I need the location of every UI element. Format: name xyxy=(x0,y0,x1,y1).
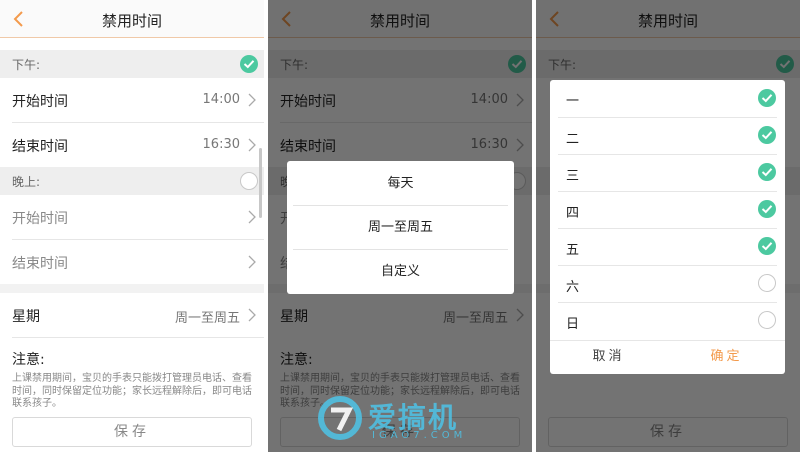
page-title: 禁用时间 xyxy=(101,12,162,30)
section-label: 下午: xyxy=(12,58,41,72)
evening-end-row[interactable]: 结束时间 xyxy=(0,240,264,284)
scrollbar[interactable] xyxy=(259,148,262,218)
day-label: 三 xyxy=(566,169,580,184)
row-label: 开始时间 xyxy=(12,211,68,227)
watermark-domain: IGAO7.COM xyxy=(372,430,467,441)
row-value: 16:30 xyxy=(202,137,240,152)
chevron-right-icon xyxy=(248,308,256,322)
note-title: 注意: xyxy=(12,352,45,368)
day-label: 一 xyxy=(566,94,580,109)
settings-panel-base: 禁用时间 下午: 开始时间 14:00 结束时间 16:30 晚上: 开始时间 … xyxy=(0,0,264,452)
row-label: 星期 xyxy=(12,309,40,325)
evening-start-row[interactable]: 开始时间 xyxy=(0,195,264,239)
day-label: 六 xyxy=(566,280,580,295)
spacer xyxy=(0,284,264,293)
day-item-sunday[interactable]: 日 xyxy=(550,303,785,340)
settings-panel-days-dialog: 禁用时间 下午: 保存 一 二 三 xyxy=(536,0,800,452)
day-label: 日 xyxy=(566,317,580,332)
checked-icon xyxy=(758,89,776,107)
row-label: 结束时间 xyxy=(12,256,68,272)
section-evening: 晚上: xyxy=(0,167,264,195)
checked-icon xyxy=(758,126,776,144)
chevron-right-icon xyxy=(248,210,256,224)
day-label: 二 xyxy=(566,132,580,147)
option-every-day[interactable]: 每天 xyxy=(287,162,514,206)
day-item-tuesday[interactable]: 二 xyxy=(550,118,785,155)
divider xyxy=(550,340,785,341)
confirm-button[interactable]: 确定 xyxy=(668,342,785,372)
week-row[interactable]: 星期 周一至周五 xyxy=(0,293,264,337)
app-header: 禁用时间 xyxy=(0,0,264,38)
divider xyxy=(12,337,264,338)
settings-panel-repeat-dialog: 禁用时间 下午: 开始时间 14:00 结束时间 16:30 晚上: 开始时间 … xyxy=(268,0,532,452)
section-afternoon: 下午: xyxy=(0,50,264,78)
evening-unchecked-icon[interactable] xyxy=(240,172,258,190)
chevron-right-icon xyxy=(248,138,256,152)
row-label: 开始时间 xyxy=(12,94,68,110)
section-label: 晚上: xyxy=(12,175,41,189)
checked-icon xyxy=(758,200,776,218)
cancel-button[interactable]: 取消 xyxy=(550,342,667,372)
repeat-dialog: 每天 周一至周五 自定义 xyxy=(287,161,514,294)
day-item-wednesday[interactable]: 三 xyxy=(550,155,785,192)
afternoon-start-row[interactable]: 开始时间 14:00 xyxy=(0,78,264,122)
day-item-saturday[interactable]: 六 xyxy=(550,266,785,303)
chevron-right-icon xyxy=(248,255,256,269)
screenshot-stage: 禁用时间 下午: 开始时间 14:00 结束时间 16:30 晚上: 开始时间 … xyxy=(0,0,800,452)
unchecked-icon xyxy=(758,274,776,292)
day-item-thursday[interactable]: 四 xyxy=(550,192,785,229)
save-button[interactable]: 保存 xyxy=(12,417,252,447)
day-label: 四 xyxy=(566,206,580,221)
day-item-monday[interactable]: 一 xyxy=(550,80,785,117)
note-text: 上课禁用期间，宝贝的手表只能拨打管理员电话、查看时间，同时保留定位功能；家长远程… xyxy=(12,373,252,409)
afternoon-checked-icon[interactable] xyxy=(240,55,258,73)
row-value: 14:00 xyxy=(202,92,240,107)
days-dialog: 一 二 三 四 五 六 日 取消 确定 xyxy=(550,80,785,374)
chevron-right-icon xyxy=(248,93,256,107)
day-item-friday[interactable]: 五 xyxy=(550,229,785,266)
afternoon-end-row[interactable]: 结束时间 16:30 xyxy=(0,123,264,167)
row-label: 结束时间 xyxy=(12,139,68,155)
checked-icon xyxy=(758,163,776,181)
option-weekdays[interactable]: 周一至周五 xyxy=(287,206,514,250)
option-custom[interactable]: 自定义 xyxy=(287,250,514,294)
checked-icon xyxy=(758,237,776,255)
day-label: 五 xyxy=(566,243,580,258)
unchecked-icon xyxy=(758,311,776,329)
row-value: 周一至周五 xyxy=(174,311,240,326)
